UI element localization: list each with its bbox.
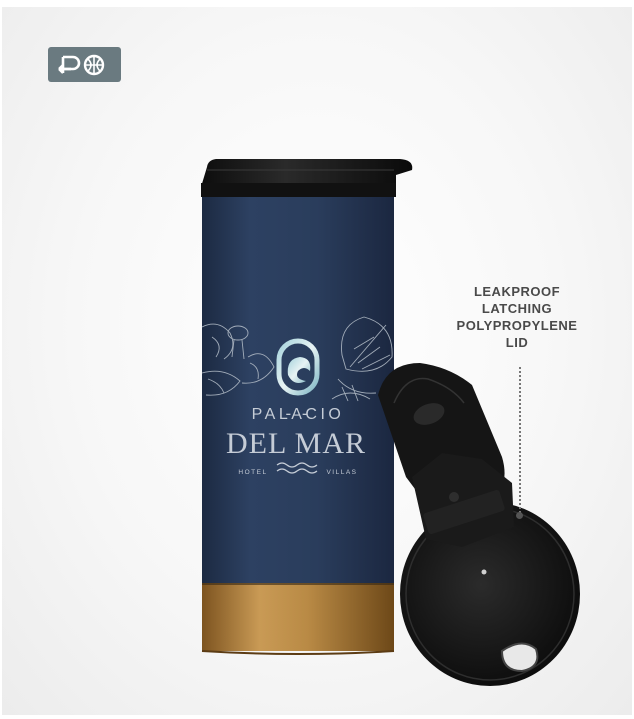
brand-right-word: VILLAS (326, 469, 357, 476)
brand-left-word: HOTEL (238, 469, 267, 476)
callout-line-3: POLYPROPYLENE (456, 318, 578, 333)
callout-line-2: LATCHING (481, 301, 553, 316)
brand-line1: PALACIO (252, 406, 345, 423)
callout-line-1: LEAKPROOF (473, 284, 561, 299)
callout-leader-dot (516, 512, 523, 519)
open-lid (378, 363, 580, 686)
tumbler-illustration: - - PALACIO DEL MAR HOTEL VILLAS (201, 159, 580, 686)
callout-leader-line (519, 367, 521, 517)
product-photo: - - PALACIO DEL MAR HOTEL VILLAS LEAKPRO… (2, 7, 632, 715)
brand-line2: DEL MAR (226, 427, 366, 460)
tumbler-lid (201, 159, 413, 197)
copper-base (202, 583, 394, 651)
callout-line-4: LID (505, 335, 529, 350)
lid-callout: LEAKPROOF LATCHING POLYPROPYLENE LID (444, 283, 590, 351)
